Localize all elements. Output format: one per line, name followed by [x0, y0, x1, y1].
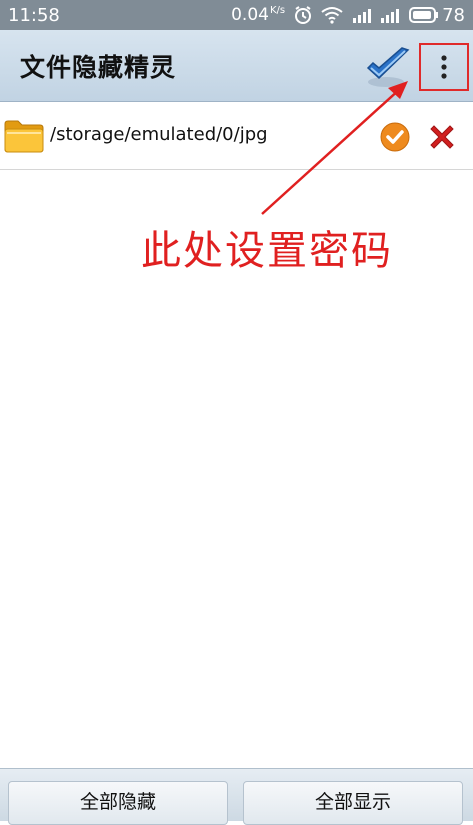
- battery-icon: [409, 7, 439, 23]
- show-all-button[interactable]: 全部显示: [243, 781, 463, 825]
- battery-level: 78: [442, 4, 465, 26]
- confirm-check-icon[interactable]: [379, 121, 411, 153]
- net-speed-value: 0.04: [231, 5, 269, 25]
- list-item[interactable]: /storage/emulated/0/jpg: [0, 102, 473, 170]
- signal-icon: [381, 9, 400, 23]
- wifi-icon: [321, 7, 343, 24]
- annotation-text: 此处设置密码: [141, 228, 393, 274]
- status-icons: 0.04K/s 78: [231, 5, 465, 26]
- status-bar: 11:58 0.04K/s 78: [0, 0, 473, 30]
- bottom-bar: 全部隐藏 全部显示: [0, 768, 473, 825]
- hide-all-button[interactable]: 全部隐藏: [8, 781, 228, 825]
- app-bar: 文件隐藏精灵: [0, 30, 473, 102]
- app-title: 文件隐藏精灵: [20, 53, 177, 82]
- net-speed: 0.04K/s: [231, 5, 285, 25]
- folder-icon: [4, 120, 44, 153]
- net-speed-unit: K/s: [269, 5, 286, 17]
- signal-4g-icon: [353, 9, 372, 23]
- folder-path: /storage/emulated/0/jpg: [50, 124, 268, 145]
- alarm-icon: [295, 6, 312, 24]
- delete-x-icon[interactable]: [427, 122, 457, 152]
- more-options-button[interactable]: [419, 43, 469, 91]
- more-vert-icon: [441, 55, 447, 79]
- battery: 78: [409, 5, 465, 26]
- status-time: 11:58: [8, 4, 60, 26]
- blue-check-icon[interactable]: [364, 44, 412, 90]
